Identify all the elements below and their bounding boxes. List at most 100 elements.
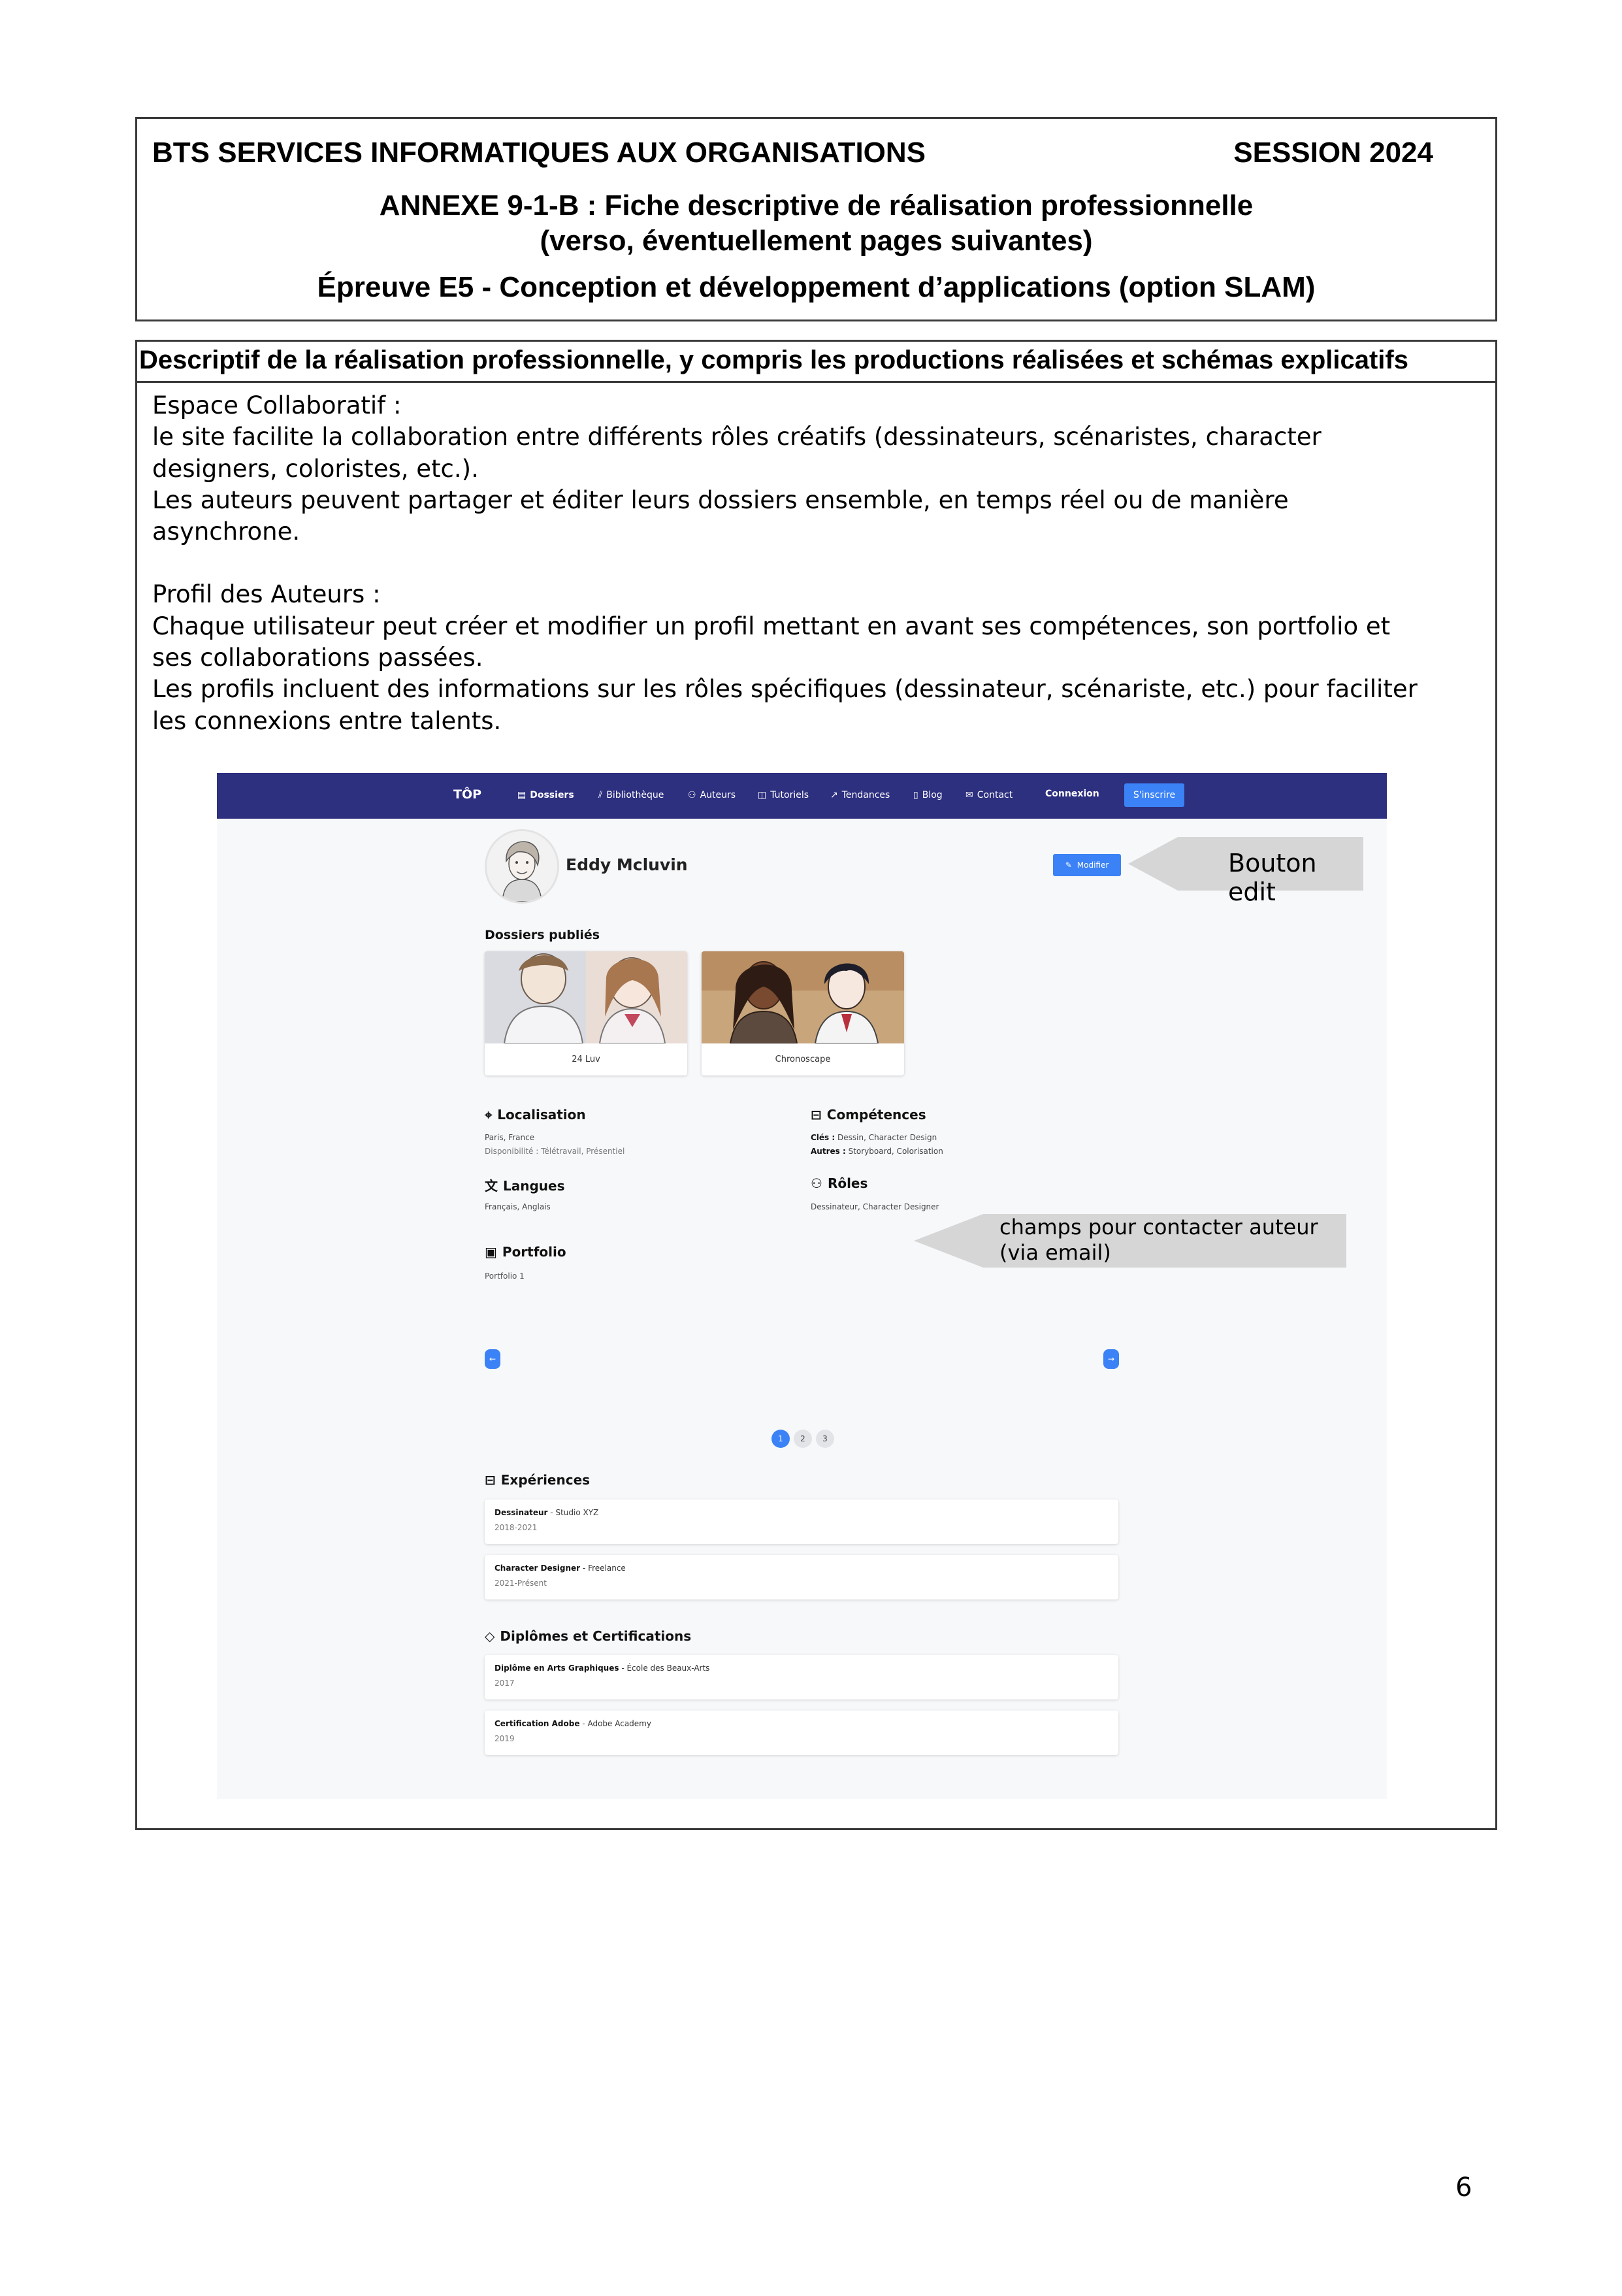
competences-key-value: Dessin, Character Design: [837, 1133, 937, 1142]
edit-profile-button[interactable]: ✎ Modifier: [1053, 854, 1121, 876]
portfolio-page-3[interactable]: 3: [816, 1430, 834, 1448]
form-header: BTS SERVICES INFORMATIQUES AUX ORGANISAT…: [135, 117, 1497, 321]
dossier-card[interactable]: 24 Luv: [485, 951, 687, 1075]
users-icon: ⚇: [688, 790, 696, 800]
nav-item-blog[interactable]: ▯ Blog: [913, 789, 943, 802]
nav-label: Tendances: [841, 790, 890, 800]
langues-value: Français, Anglais: [485, 1202, 551, 1211]
nav-item-auteurs[interactable]: ⚇ Auteurs: [688, 789, 736, 802]
diploma-item: Diplôme en Arts Graphiques - École des B…: [485, 1655, 1118, 1699]
page-number: 6: [1455, 2173, 1472, 2203]
annexe-line-2: (verso, éventuellement pages suivantes): [540, 225, 1093, 257]
experience-dates: 2021-Présent: [495, 1579, 547, 1588]
experience-role: Character Designer: [495, 1564, 581, 1573]
experience-heading: Character Designer - Freelance: [495, 1564, 626, 1573]
separator: -: [580, 1564, 589, 1573]
espace-line-3: Les auteurs peuvent partager et éditer l…: [152, 485, 1289, 514]
portfolio-broken-image: Portfolio 1: [485, 1271, 525, 1281]
separator: -: [547, 1508, 556, 1517]
separator: -: [619, 1664, 627, 1673]
portfolio-page-1[interactable]: 1: [771, 1430, 790, 1448]
competences-other-value: Storyboard, Colorisation: [848, 1147, 943, 1156]
map-pin-icon: ⌖: [485, 1107, 493, 1123]
nav-label: Blog: [922, 790, 943, 800]
profil-line-2: ses collaborations passées.: [152, 644, 483, 672]
espace-line-2: designers, coloristes, etc.).: [152, 454, 479, 483]
diploma-year: 2019: [495, 1734, 515, 1743]
nav-label: Auteurs: [700, 790, 736, 800]
diploma-year: 2017: [495, 1679, 515, 1688]
dossiers-title: Dossiers publiés: [485, 928, 600, 942]
trending-icon: ↗: [830, 790, 838, 800]
localisation-label: Localisation: [497, 1107, 586, 1123]
diploma-item: Certification Adobe - Adobe Academy 2019: [485, 1711, 1118, 1755]
experience-role: Dessinateur: [495, 1508, 548, 1517]
edit-label: Modifier: [1077, 861, 1109, 870]
mail-icon: ✉: [965, 790, 973, 800]
localisation-city: Paris, France: [485, 1133, 535, 1142]
diploma-org: École des Beaux-Arts: [626, 1664, 710, 1673]
portfolio-title: ▣ Portfolio: [485, 1244, 566, 1260]
dossier-card[interactable]: Chronoscape: [702, 951, 904, 1075]
nav-label: Tutoriels: [770, 790, 809, 800]
portfolio-page-2[interactable]: 2: [794, 1430, 812, 1448]
graduation-cap-icon: ◇: [485, 1628, 495, 1644]
roles-value: Dessinateur, Character Designer: [811, 1202, 939, 1211]
edit-button-callout: Bouton edit: [1128, 837, 1363, 906]
competences-key-label: Clés :: [811, 1133, 835, 1142]
dossier-title: 24 Luv: [572, 1055, 600, 1064]
signup-button[interactable]: S'inscrire: [1124, 783, 1184, 807]
diplomes-label: Diplômes et Certifications: [500, 1628, 692, 1644]
profil-line-1: Chaque utilisateur peut créer et modifie…: [152, 612, 1391, 640]
nav-label: Dossiers: [530, 790, 574, 800]
portfolio-prev-button[interactable]: ←: [485, 1349, 500, 1369]
session-label: SESSION 2024: [1233, 137, 1433, 169]
experience-org: Freelance: [588, 1564, 626, 1573]
nav-item-bibliotheque[interactable]: ⫽ Bibliothèque: [598, 789, 664, 802]
dossier-title: Chronoscape: [775, 1055, 831, 1064]
competences-other: Autres : Storyboard, Colorisation: [811, 1145, 943, 1158]
localisation-availability: Disponibilité : Télétravail, Présentiel: [485, 1147, 625, 1156]
nav-item-tendances[interactable]: ↗ Tendances: [830, 789, 890, 802]
separator: -: [579, 1719, 588, 1728]
image-icon: ▣: [485, 1244, 497, 1260]
profile-page-screenshot: TÔP ▤ Dossiers ⫽ Bibliothèque ⚇ Auteurs ◫ Tu…: [217, 773, 1387, 1799]
diploma-name: Certification Adobe: [495, 1719, 580, 1728]
navbar: TÔP ▤ Dossiers ⫽ Bibliothèque ⚇ Auteurs ◫ Tu…: [217, 773, 1387, 819]
users-icon: ⚇: [811, 1175, 822, 1191]
nav-item-contact[interactable]: ✉ Contact: [965, 789, 1013, 802]
book-icon: ◫: [758, 790, 767, 800]
experiences-label: Expériences: [500, 1472, 591, 1488]
site-logo[interactable]: TÔP: [453, 787, 481, 802]
avatar-illustration: [487, 831, 557, 902]
diploma-heading: Certification Adobe - Adobe Academy: [495, 1719, 651, 1728]
description-box: Descriptif de la réalisation professionn…: [135, 340, 1497, 1830]
competences-key: Clés : Dessin, Character Design: [811, 1131, 937, 1145]
roles-title: ⚇ Rôles: [811, 1175, 868, 1191]
nav-item-dossiers[interactable]: ▤ Dossiers: [517, 789, 574, 802]
program-title: BTS SERVICES INFORMATIQUES AUX ORGANISAT…: [152, 137, 926, 169]
nav-item-tutoriels[interactable]: ◫ Tutoriels: [758, 789, 809, 802]
annexe-title: ANNEXE 9-1-B : Fiche descriptive de réal…: [137, 188, 1495, 259]
langues-label: Langues: [503, 1178, 565, 1194]
experience-item: Dessinateur - Studio XYZ 2018-2021: [485, 1500, 1118, 1544]
portfolio-next-button[interactable]: →: [1103, 1349, 1119, 1369]
localisation-title: ⌖ Localisation: [485, 1107, 586, 1123]
espace-line-4: asynchrone.: [152, 517, 300, 546]
competences-title: ⊟ Compétences: [811, 1107, 926, 1123]
login-link[interactable]: Connexion: [1045, 789, 1099, 799]
experience-heading: Dessinateur - Studio XYZ: [495, 1508, 598, 1517]
profil-line-3: Les profils incluent des informations su…: [152, 675, 1418, 704]
experience-item: Character Designer - Freelance 2021-Prés…: [485, 1555, 1118, 1599]
author-name: Eddy Mcluvin: [566, 855, 688, 874]
nav-label: Bibliothèque: [606, 790, 664, 800]
competences-other-label: Autres :: [811, 1147, 846, 1156]
language-icon: 文: [485, 1178, 498, 1194]
experience-org: Studio XYZ: [555, 1508, 599, 1517]
epreuve-title: Épreuve E5 - Conception et développement…: [317, 271, 1316, 303]
portfolio-label: Portfolio: [502, 1244, 566, 1260]
profil-line-4: les connexions entre talents.: [152, 706, 502, 735]
blog-icon: ▯: [913, 790, 918, 800]
header-row: BTS SERVICES INFORMATIQUES AUX ORGANISAT…: [152, 137, 1433, 173]
